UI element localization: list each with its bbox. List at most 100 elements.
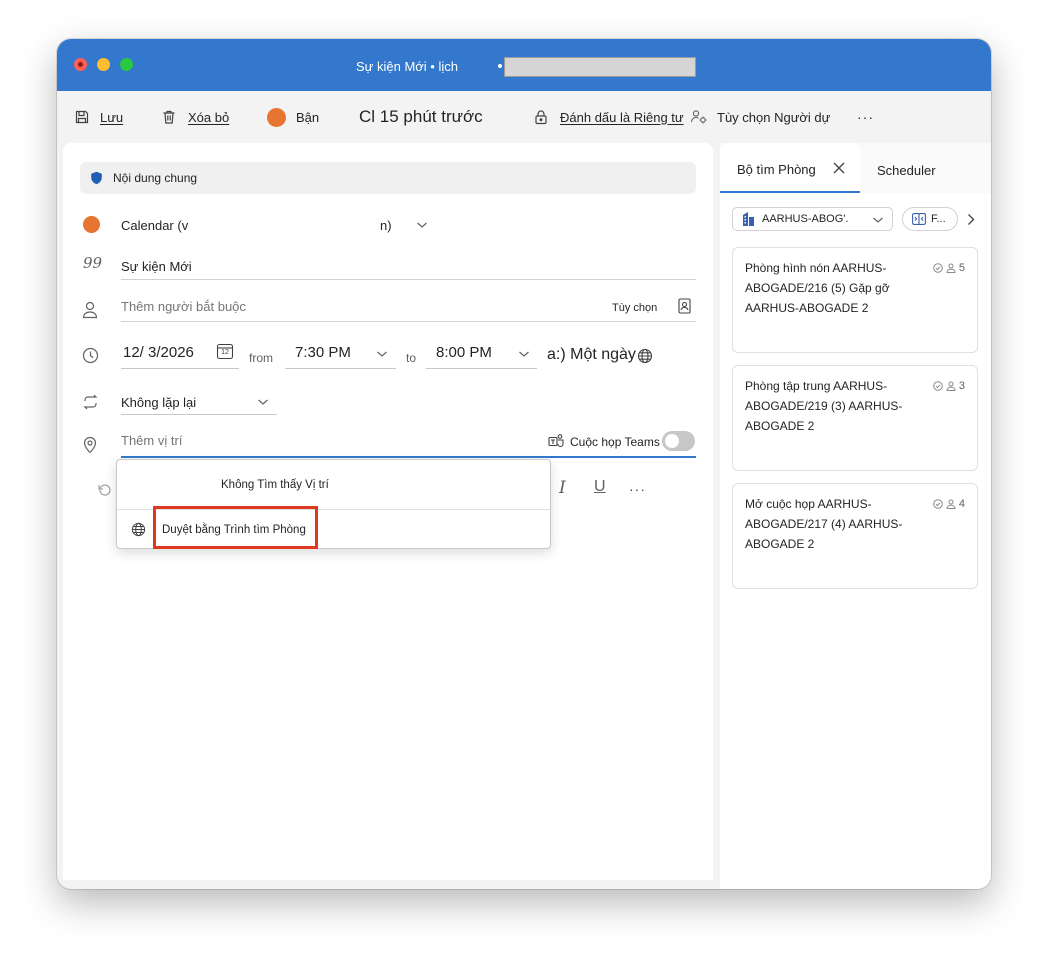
italic-icon[interactable]: I (559, 478, 566, 498)
close-icon[interactable] (833, 162, 845, 174)
start-time-picker[interactable]: 7:30 PM (285, 339, 396, 369)
toolbar-more-button[interactable]: ··· (857, 91, 874, 143)
save-button[interactable]: Lưu (74, 91, 123, 143)
to-label: to (406, 351, 417, 365)
busy-label: Bận (296, 109, 320, 125)
tab-room-finder[interactable]: Bộ tìm Phòng (720, 143, 860, 193)
globe-icon (131, 522, 146, 537)
all-day-toggle-label[interactable]: a:) Một ngày (547, 346, 636, 364)
start-time-value: 7:30 PM (295, 344, 351, 361)
close-window-button[interactable] (74, 58, 87, 71)
minimize-window-button[interactable] (97, 58, 110, 71)
tab-scheduler-label: Scheduler (877, 163, 936, 178)
start-date-picker[interactable]: 12/ 3/2026 12 (121, 339, 239, 369)
person-icon (946, 499, 956, 509)
start-date-value: 12/ 3/2026 (123, 344, 194, 361)
trash-icon (163, 110, 175, 124)
room-capacity: 3 (933, 380, 965, 392)
mark-private-button[interactable]: Đánh dấu là Riêng tư (534, 91, 684, 143)
chevron-down-icon (417, 222, 427, 228)
repeat-value: Không lặp lại (121, 395, 197, 410)
title-bar: Sự kiện Mới • lịch (57, 39, 991, 91)
room-features-icon (912, 213, 926, 225)
attendee-options-link[interactable]: Tùy chọn (612, 302, 657, 314)
tab-room-finder-label: Bộ tìm Phòng (737, 162, 816, 177)
address-book-icon[interactable] (678, 298, 691, 314)
chevron-down-icon (377, 351, 387, 357)
location-suggestions-dropdown: Không Tìm thấy Vị trí Duyệt bằng Trình t… (116, 459, 551, 549)
no-location-found: Không Tìm thấy Vị trí (221, 479, 329, 491)
room-finder-body: AARHUS-ABOG'. F... Phòng hình nón AARHUS… (720, 193, 991, 889)
room-name: Phòng tập trung AARHUS-ABOGADE/219 (3) A… (745, 379, 903, 433)
room-capacity-value: 3 (958, 380, 965, 392)
required-attendees-input[interactable] (121, 295, 541, 317)
reminder-label: Cl 15 phút trước (359, 107, 483, 126)
chevron-down-icon (873, 217, 883, 223)
attendee-options-button[interactable]: Tùy chọn Người dự (690, 91, 830, 143)
room-capacity: 4 (933, 498, 965, 510)
available-check-icon (933, 499, 943, 509)
features-filter-label: F... (931, 213, 946, 225)
globe-icon[interactable] (637, 348, 653, 364)
location-pin-icon (83, 436, 97, 454)
room-card[interactable]: Phòng tập trung AARHUS-ABOGADE/219 (3) A… (732, 365, 978, 471)
attendees-underline (121, 321, 696, 322)
attendee-options-label: Tùy chọn Người dự (717, 109, 831, 125)
room-card[interactable]: Phòng hình nón AARHUS-ABOGADE/216 (5) Gặ… (732, 247, 978, 353)
highlight-box (153, 506, 318, 549)
from-label: from (249, 351, 273, 365)
event-form: Nội dung chung Calendar (v n) 99 Tùy chọ… (63, 143, 713, 880)
end-time-value: 8:00 PM (436, 344, 492, 361)
chevron-down-icon (258, 399, 268, 405)
reminder-button[interactable]: Cl 15 phút trước (359, 91, 483, 143)
chevron-down-icon (519, 351, 529, 357)
delete-button[interactable]: Xóa bỏ (161, 91, 229, 143)
room-capacity: 5 (933, 262, 965, 274)
calendar-name-suffix: n) (380, 218, 392, 233)
room-capacity-value: 4 (958, 498, 965, 510)
calendar-name: Calendar (v (121, 218, 189, 233)
available-check-icon (933, 381, 943, 391)
room-card[interactable]: Mở cuộc họp AARHUS-ABOGADE/217 (4) AARHU… (732, 483, 978, 589)
calendar-icon-day: 12 (221, 349, 229, 356)
available-check-icon (933, 263, 943, 273)
quote-icon: 99 (83, 254, 103, 272)
person-icon (946, 263, 956, 273)
window-title: Sự kiện Mới • lịch (356, 59, 458, 74)
building-filter-dropdown[interactable]: AARHUS-ABOG'. (732, 207, 893, 231)
repeat-icon (83, 394, 98, 410)
people-settings-icon (690, 110, 707, 124)
room-capacity-value: 5 (958, 262, 965, 274)
shield-icon (91, 171, 102, 185)
teams-meeting-toggle[interactable] (662, 431, 695, 451)
event-title-input[interactable] (121, 255, 696, 277)
chevron-right-icon[interactable] (967, 213, 975, 226)
room-name: Phòng hình nón AARHUS-ABOGADE/216 (5) Gặ… (745, 261, 890, 315)
busy-status-icon (267, 107, 286, 127)
more-icon: ··· (857, 109, 874, 125)
sensitivity-label: Nội dung chung (113, 171, 198, 185)
sensitivity-banner: Nội dung chung (80, 162, 696, 194)
editor-more-button[interactable]: ··· (629, 481, 646, 497)
teams-icon (548, 434, 564, 448)
tab-scheduler[interactable]: Scheduler (861, 143, 991, 193)
busy-status-button[interactable]: Bận (267, 91, 319, 143)
calendar-selector[interactable]: Calendar (v n) (113, 211, 443, 239)
location-underline-focus (121, 456, 696, 458)
building-icon (743, 212, 754, 226)
zoom-window-button[interactable] (120, 58, 133, 71)
underline-icon[interactable]: U (594, 478, 606, 496)
outlook-window: Sự kiện Mới • lịch Lưu Xóa bỏ Bận Cl 15 … (57, 39, 991, 889)
calendar-color-icon (83, 216, 100, 233)
location-input[interactable] (121, 429, 521, 451)
features-filter-chip[interactable]: F... (902, 207, 958, 231)
room-finder-panel: Bộ tìm Phòng Scheduler AARHUS-ABOG'. F..… (720, 143, 991, 889)
redacted-area (504, 57, 696, 77)
room-name: Mở cuộc họp AARHUS-ABOGADE/217 (4) AARHU… (745, 497, 903, 551)
clock-icon (82, 347, 99, 364)
end-time-picker[interactable]: 8:00 PM (426, 339, 537, 369)
undo-icon[interactable] (96, 481, 112, 497)
title-separator (498, 64, 502, 68)
person-icon (82, 301, 98, 319)
repeat-selector[interactable]: Không lặp lại (121, 389, 277, 415)
